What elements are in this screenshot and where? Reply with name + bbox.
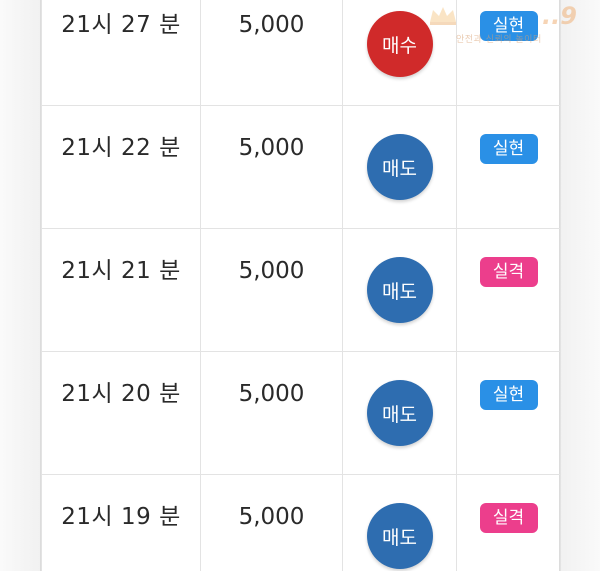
time-text: 21시 20 분 [61, 381, 181, 407]
sell-indicator: 매도 [366, 503, 433, 569]
type-cell: 매도 [342, 105, 457, 229]
result-badge: 실현 [479, 134, 538, 164]
amount-cell: 5,000 [200, 0, 343, 106]
amount-text: 5,000 [238, 135, 305, 161]
result-badge: 실격 [479, 257, 538, 287]
type-cell: 매수 [342, 0, 457, 106]
trade-history-table: 21시 27 분 5,000 매수 실현 21시 22 분 5,000 매도 실… [41, 0, 561, 571]
amount-text: 5,000 [238, 504, 305, 530]
trade-history-page: 21시 27 분 5,000 매수 실현 21시 22 분 5,000 매도 실… [0, 0, 600, 571]
buy-indicator: 매수 [366, 11, 433, 77]
result-cell: 실격 [456, 474, 561, 571]
result-cell: 실현 [456, 105, 561, 229]
right-frame [559, 0, 600, 571]
table-row: 21시 22 분 5,000 매도 실현 [41, 105, 561, 229]
time-cell: 21시 27 분 [41, 0, 201, 106]
type-cell: 매도 [342, 474, 457, 571]
amount-text: 5,000 [238, 12, 305, 38]
result-cell: 실현 [456, 351, 561, 475]
amount-cell: 5,000 [200, 105, 343, 229]
result-badge: 실현 [479, 11, 538, 41]
sell-indicator: 매도 [366, 134, 433, 200]
left-frame [0, 0, 41, 571]
time-cell: 21시 22 분 [41, 105, 201, 229]
result-badge: 실격 [479, 503, 538, 533]
table-row: 21시 20 분 5,000 매도 실현 [41, 351, 561, 475]
sell-indicator: 매도 [366, 257, 433, 323]
result-cell: 실현 [456, 0, 561, 106]
time-cell: 21시 19 분 [41, 474, 201, 571]
table-row: 21시 21 분 5,000 매도 실격 [41, 228, 561, 352]
amount-cell: 5,000 [200, 228, 343, 352]
sell-indicator: 매도 [366, 380, 433, 446]
result-badge: 실현 [479, 380, 538, 410]
amount-text: 5,000 [238, 258, 305, 284]
amount-cell: 5,000 [200, 474, 343, 571]
table-row: 21시 19 분 5,000 매도 실격 [41, 474, 561, 571]
amount-cell: 5,000 [200, 351, 343, 475]
amount-text: 5,000 [238, 381, 305, 407]
table-row: 21시 27 분 5,000 매수 실현 [41, 0, 561, 106]
time-text: 21시 19 분 [61, 504, 181, 530]
time-cell: 21시 20 분 [41, 351, 201, 475]
time-text: 21시 27 분 [61, 12, 181, 38]
time-text: 21시 22 분 [61, 135, 181, 161]
time-cell: 21시 21 분 [41, 228, 201, 352]
type-cell: 매도 [342, 228, 457, 352]
result-cell: 실격 [456, 228, 561, 352]
type-cell: 매도 [342, 351, 457, 475]
time-text: 21시 21 분 [61, 258, 181, 284]
